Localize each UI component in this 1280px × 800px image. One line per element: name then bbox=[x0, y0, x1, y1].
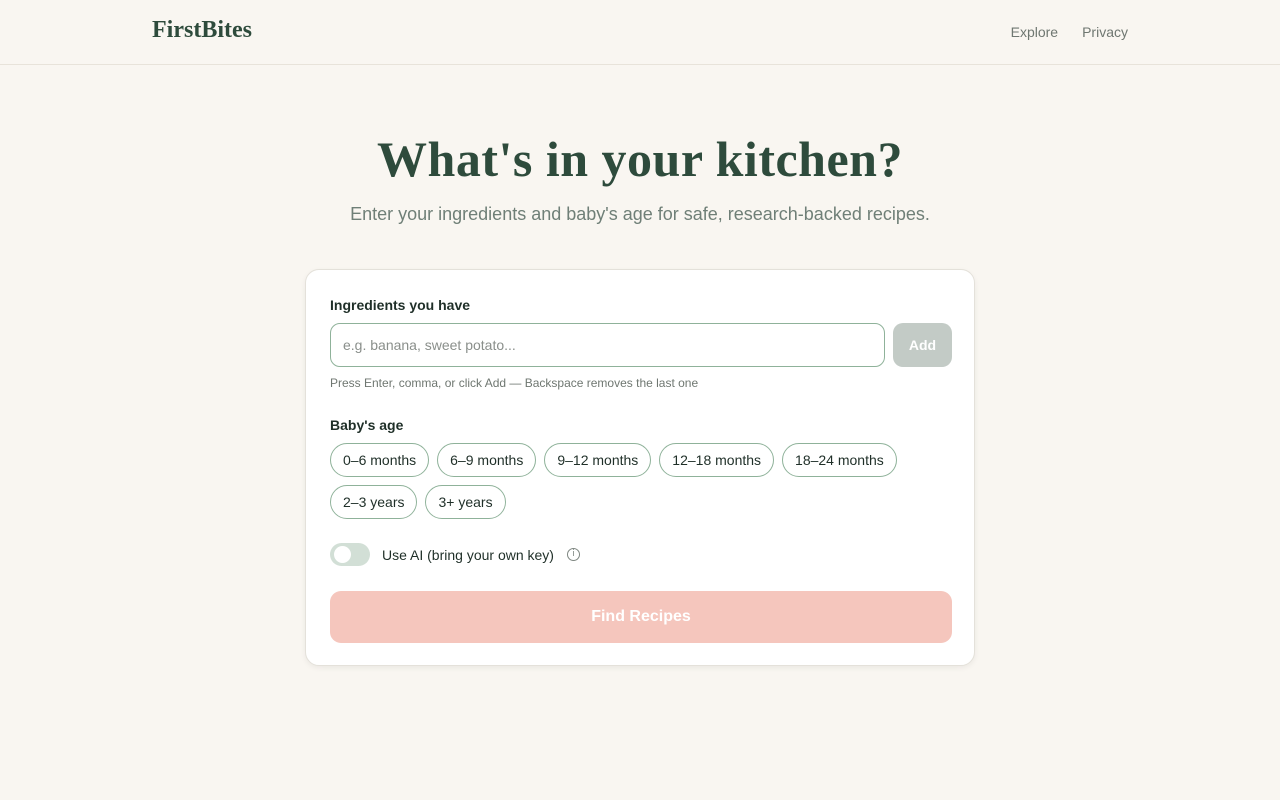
ingredients-label: Ingredients you have bbox=[330, 297, 471, 313]
age-option-6-9-months[interactable]: 6–9 months bbox=[437, 443, 537, 477]
brand-logo[interactable]: FirstBites bbox=[152, 17, 252, 44]
ingredients-hint: Press Enter, comma, or click Add — Backs… bbox=[330, 376, 699, 390]
age-option-12-18-months[interactable]: 12–18 months bbox=[659, 443, 775, 477]
add-ingredient-button[interactable]: Add bbox=[893, 323, 952, 367]
page-title: What's in your kitchen? bbox=[377, 131, 903, 187]
nav-link-privacy[interactable]: Privacy bbox=[1082, 24, 1128, 40]
age-options: 0–6 months 6–9 months 9–12 months 12–18 … bbox=[330, 443, 930, 519]
toggle-knob bbox=[334, 546, 351, 563]
age-option-18-24-months[interactable]: 18–24 months bbox=[782, 443, 897, 477]
top-navigation-bar: FirstBites Explore Privacy bbox=[0, 0, 1280, 65]
use-ai-label: Use AI (bring your own key) bbox=[382, 546, 554, 563]
page-subtitle: Enter your ingredients and baby's age fo… bbox=[350, 204, 930, 224]
baby-age-label: Baby's age bbox=[330, 417, 404, 433]
age-option-2-3-years[interactable]: 2–3 years bbox=[330, 485, 418, 519]
age-option-9-12-months[interactable]: 9–12 months bbox=[544, 443, 652, 477]
nav-link-explore[interactable]: Explore bbox=[1011, 24, 1058, 40]
age-option-3-plus-years[interactable]: 3+ years bbox=[425, 485, 506, 519]
use-ai-toggle[interactable] bbox=[330, 543, 370, 566]
find-recipes-button[interactable]: Find Recipes bbox=[330, 591, 952, 643]
info-icon[interactable]: i bbox=[566, 548, 580, 561]
ingredients-input[interactable] bbox=[330, 323, 885, 367]
header-nav: Explore Privacy bbox=[1011, 24, 1128, 40]
age-option-0-6-months[interactable]: 0–6 months bbox=[330, 443, 430, 477]
recipe-search-card: Ingredients you have Add Press Enter, co… bbox=[305, 269, 975, 666]
ai-toggle-row: Use AI (bring your own key) i bbox=[330, 543, 580, 566]
